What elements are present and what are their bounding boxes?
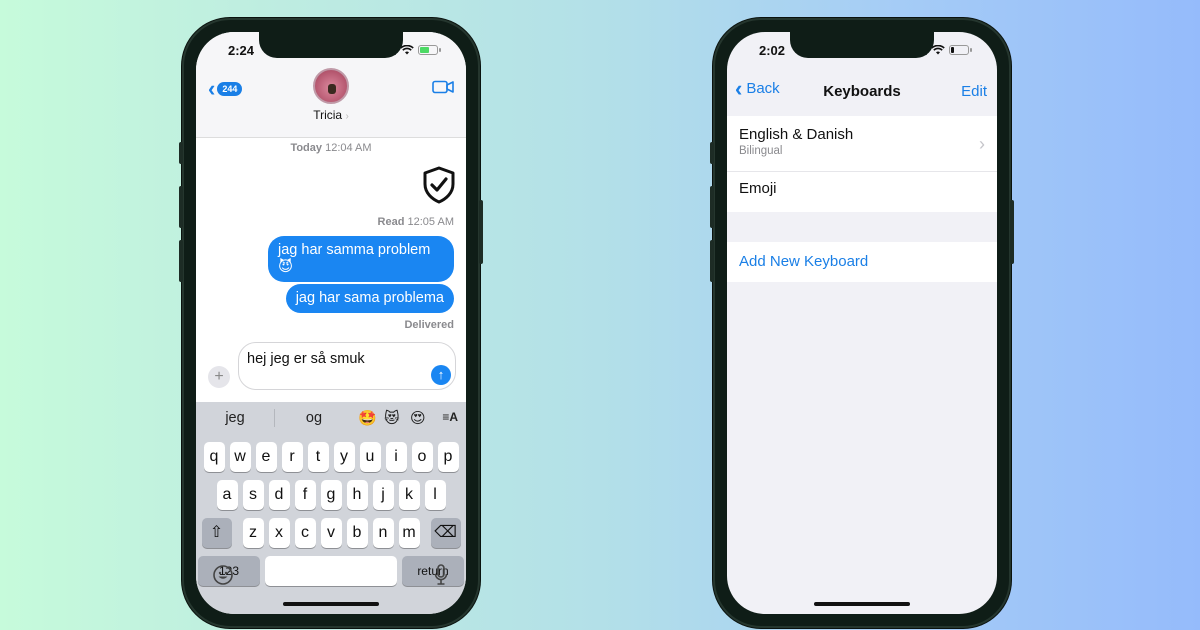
key-j[interactable]: j bbox=[372, 480, 394, 510]
phone-settings: 2:02 ‹ Back Keyboards Edit English & Dan… bbox=[710, 18, 1014, 628]
status-time: 2:02 bbox=[759, 42, 786, 58]
key-p[interactable]: p bbox=[437, 442, 459, 472]
mute-switch bbox=[179, 142, 183, 164]
wifi-icon bbox=[400, 45, 414, 55]
key-s[interactable]: s bbox=[242, 480, 264, 510]
battery-charging-icon bbox=[418, 45, 441, 55]
add-new-keyboard-button[interactable]: Add New Keyboard bbox=[727, 242, 997, 282]
shift-key[interactable]: ⇧ bbox=[201, 518, 232, 548]
contact-name[interactable]: Tricia › bbox=[196, 108, 466, 122]
key-y[interactable]: y bbox=[333, 442, 355, 472]
key-a[interactable]: a bbox=[216, 480, 238, 510]
key-t[interactable]: t bbox=[307, 442, 329, 472]
send-button[interactable]: ↑ bbox=[431, 365, 451, 385]
back-button[interactable]: ‹ 244 bbox=[208, 76, 243, 101]
keyboard-row-2: asdfghjkl bbox=[196, 480, 466, 510]
key-x[interactable]: x bbox=[268, 518, 290, 548]
mute-switch bbox=[710, 142, 714, 164]
text-format-icon[interactable]: ≡A bbox=[442, 410, 458, 424]
key-e[interactable]: e bbox=[255, 442, 277, 472]
delivered-status: Delivered bbox=[404, 319, 454, 331]
video-camera-icon[interactable] bbox=[432, 80, 454, 94]
emoji-suggestion[interactable]: 😻 bbox=[384, 409, 400, 427]
key-n[interactable]: n bbox=[372, 518, 394, 548]
message-bubble[interactable]: jag har sama problema bbox=[285, 284, 454, 313]
key-b[interactable]: b bbox=[346, 518, 368, 548]
prediction-item[interactable]: jeg bbox=[196, 410, 274, 426]
wifi-icon bbox=[931, 45, 945, 55]
page-title: Keyboards bbox=[823, 83, 901, 100]
message-input-text: hej jeg er så smuk bbox=[247, 351, 365, 367]
key-k[interactable]: k bbox=[398, 480, 420, 510]
delete-key[interactable]: ⌫ bbox=[430, 518, 461, 548]
volume-down-button bbox=[710, 240, 714, 282]
notch bbox=[259, 32, 403, 58]
chevron-left-icon: ‹ bbox=[208, 76, 216, 101]
emoji-keyboard-icon[interactable] bbox=[212, 564, 234, 586]
message-bubble[interactable]: jag har samma problem 😈 bbox=[268, 236, 454, 282]
power-button bbox=[479, 200, 483, 264]
key-z[interactable]: z bbox=[242, 518, 264, 548]
emoji-suggestion[interactable]: 🤩 bbox=[358, 409, 377, 427]
key-l[interactable]: l bbox=[424, 480, 446, 510]
key-q[interactable]: q bbox=[203, 442, 225, 472]
key-w[interactable]: w bbox=[229, 442, 251, 472]
home-indicator[interactable] bbox=[814, 602, 910, 606]
predictive-bar: jeg og 🤩 😻 😍 ≡A bbox=[196, 402, 466, 434]
read-receipt: Read 12:05 AM bbox=[377, 216, 454, 228]
emoji-suggestion[interactable]: 😍 bbox=[410, 409, 426, 427]
key-o[interactable]: o bbox=[411, 442, 433, 472]
notch bbox=[790, 32, 934, 58]
power-button bbox=[1010, 200, 1014, 264]
key-r[interactable]: r bbox=[281, 442, 303, 472]
volume-up-button bbox=[179, 186, 183, 228]
messages-screen: 2:24 ‹ 244 Tricia › Today 12:04 AM Read … bbox=[196, 32, 466, 614]
keyboards-settings-screen: 2:02 ‹ Back Keyboards Edit English & Dan… bbox=[727, 32, 997, 614]
key-f[interactable]: f bbox=[294, 480, 316, 510]
edit-button[interactable]: Edit bbox=[961, 83, 987, 100]
keyboards-list: English & Danish Bilingual › Emoji bbox=[727, 116, 997, 212]
keyboard-row-3: ⇧ zxcvbnm ⌫ bbox=[196, 518, 466, 548]
add-keyboard-group: Add New Keyboard bbox=[727, 242, 997, 282]
phone-messages: 2:24 ‹ 244 Tricia › Today 12:04 AM Read … bbox=[179, 18, 483, 628]
volume-up-button bbox=[710, 186, 714, 228]
chevron-right-icon: › bbox=[345, 111, 349, 122]
key-c[interactable]: c bbox=[294, 518, 316, 548]
key-u[interactable]: u bbox=[359, 442, 381, 472]
apps-plus-button[interactable]: + bbox=[208, 366, 230, 388]
home-indicator[interactable] bbox=[283, 602, 379, 606]
microphone-icon[interactable] bbox=[434, 564, 448, 586]
volume-down-button bbox=[179, 240, 183, 282]
status-time: 2:24 bbox=[228, 42, 255, 58]
devil-emoji: 😈 bbox=[278, 259, 294, 275]
battery-low-icon bbox=[949, 45, 972, 55]
key-v[interactable]: v bbox=[320, 518, 342, 548]
key-i[interactable]: i bbox=[385, 442, 407, 472]
key-h[interactable]: h bbox=[346, 480, 368, 510]
conversation-timestamp: Today 12:04 AM bbox=[290, 142, 372, 154]
key-d[interactable]: d bbox=[268, 480, 290, 510]
shield-check-icon[interactable] bbox=[422, 166, 456, 204]
navigation-bar: ‹ Back Keyboards Edit bbox=[727, 68, 997, 108]
unread-badge: 244 bbox=[217, 82, 243, 96]
keyboard-item-emoji[interactable]: Emoji bbox=[727, 172, 997, 212]
key-g[interactable]: g bbox=[320, 480, 342, 510]
message-input[interactable]: hej jeg er så smuk ↑ bbox=[238, 342, 456, 390]
keyboard-row-1: qwertyuiop bbox=[196, 442, 466, 472]
prediction-item[interactable]: og bbox=[275, 410, 353, 426]
keyboard: jeg og 🤩 😻 😍 ≡A qwertyuiop asdfghjkl ⇧ z… bbox=[196, 402, 466, 614]
keyboard-item-english-danish[interactable]: English & Danish Bilingual › bbox=[727, 116, 997, 172]
key-m[interactable]: m bbox=[398, 518, 420, 548]
contact-avatar[interactable] bbox=[313, 68, 349, 104]
chevron-right-icon: › bbox=[979, 134, 985, 154]
